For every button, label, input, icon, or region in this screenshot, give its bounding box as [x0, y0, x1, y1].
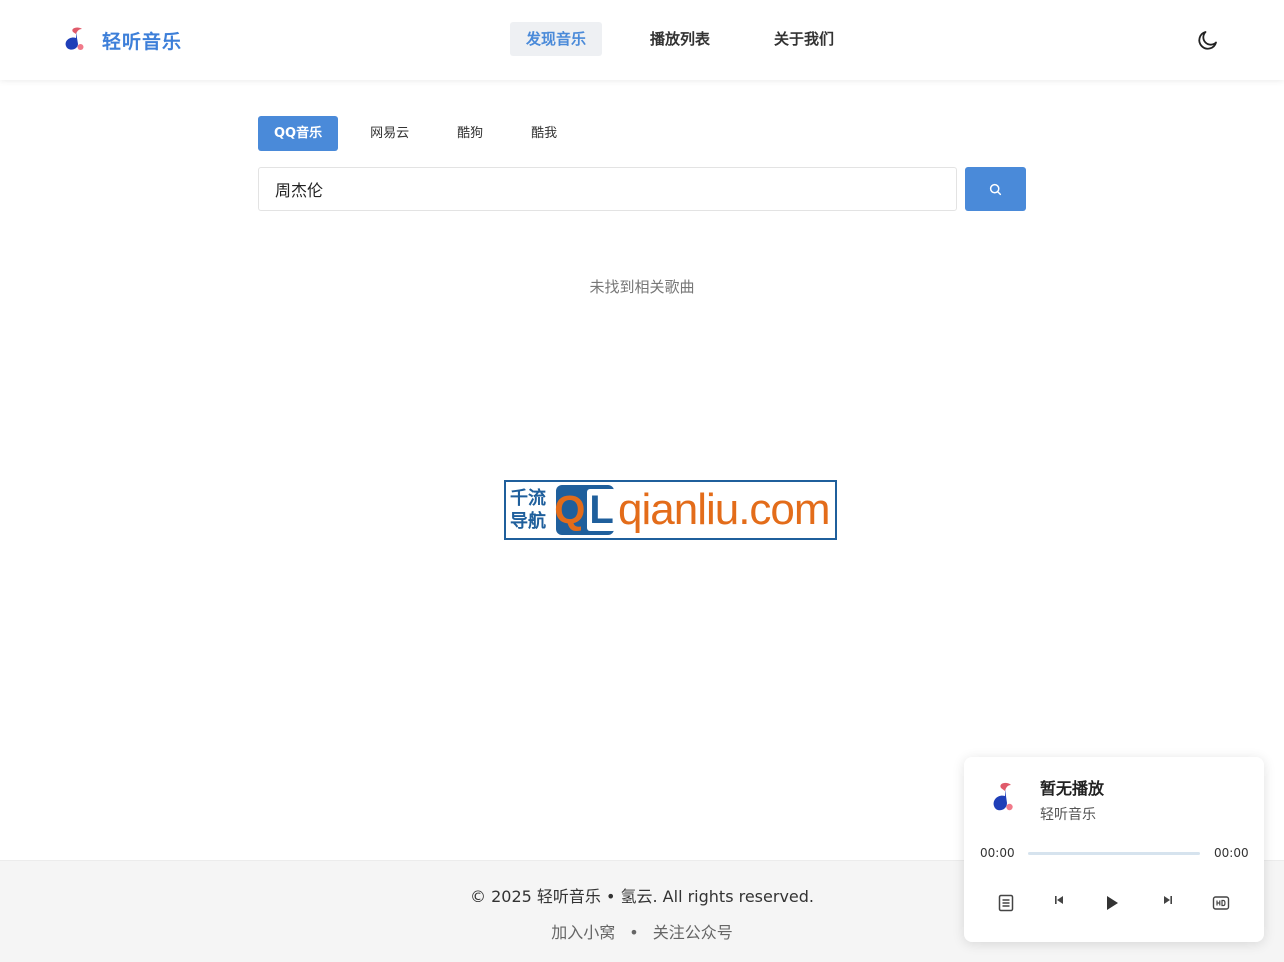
watermark-cn-line1: 千流: [510, 488, 546, 509]
track-cover-icon: [993, 782, 1013, 811]
watermark-domain: qianliu.com: [618, 485, 831, 534]
empty-results-message: 未找到相关歌曲: [589, 278, 695, 296]
main-nav: 发现音乐 播放列表 关于我们: [510, 22, 882, 56]
nav-about-us[interactable]: 关于我们: [758, 22, 850, 56]
footer-link-follow[interactable]: 关注公众号: [653, 923, 733, 942]
hd-icon: [1212, 896, 1230, 910]
play-button[interactable]: [1102, 893, 1122, 913]
playlist-button[interactable]: [996, 893, 1016, 913]
play-icon: [1107, 896, 1118, 910]
footer-link-join[interactable]: 加入小窝: [551, 923, 615, 942]
watermark-cn-line2: 导航: [510, 511, 546, 532]
list-icon: [998, 894, 1014, 912]
moon-icon[interactable]: [1196, 28, 1220, 52]
source-tabs: QQ音乐 网易云 酷狗 酷我: [258, 116, 589, 151]
footer-separator: •: [629, 923, 639, 942]
watermark-ql-q: Q: [554, 487, 586, 532]
watermark-logo: 千流 导航 QL qianliu.com: [504, 480, 837, 540]
nav-discover-music[interactable]: 发现音乐: [510, 22, 603, 56]
track-title: 暂无播放: [1040, 779, 1105, 798]
duration-time: 00:00: [1214, 846, 1249, 860]
mini-player: 暂无播放 轻听音乐 00:00 00:00: [964, 757, 1264, 942]
tab-qq-music[interactable]: QQ音乐: [258, 116, 339, 151]
tab-kuwo[interactable]: 酷我: [515, 116, 573, 151]
progress-bar[interactable]: [1028, 852, 1200, 855]
track-artist: 轻听音乐: [1040, 807, 1096, 823]
skip-next-icon: [1164, 896, 1172, 904]
search-input[interactable]: [258, 167, 957, 211]
skip-previous-icon: [1055, 896, 1063, 904]
prev-button[interactable]: [1052, 893, 1066, 907]
watermark-cn-text: 千流 导航: [510, 487, 556, 533]
tab-kugou[interactable]: 酷狗: [441, 116, 499, 151]
watermark-ql-l: L: [587, 488, 616, 532]
brand-name: 轻听音乐: [102, 30, 183, 53]
next-button[interactable]: [1161, 893, 1175, 907]
search-button[interactable]: [965, 167, 1026, 211]
nav-playlist[interactable]: 播放列表: [634, 22, 726, 56]
brand-logo-icon: [65, 27, 84, 50]
brand[interactable]: 轻听音乐: [64, 26, 182, 54]
quality-button[interactable]: [1211, 893, 1231, 913]
top-header: 轻听音乐 发现音乐 播放列表 关于我们: [0, 0, 1284, 80]
watermark-ql-badge: QL: [554, 485, 616, 535]
tab-netease[interactable]: 网易云: [354, 116, 425, 151]
current-time: 00:00: [980, 846, 1015, 860]
search-icon: [989, 183, 1002, 195]
